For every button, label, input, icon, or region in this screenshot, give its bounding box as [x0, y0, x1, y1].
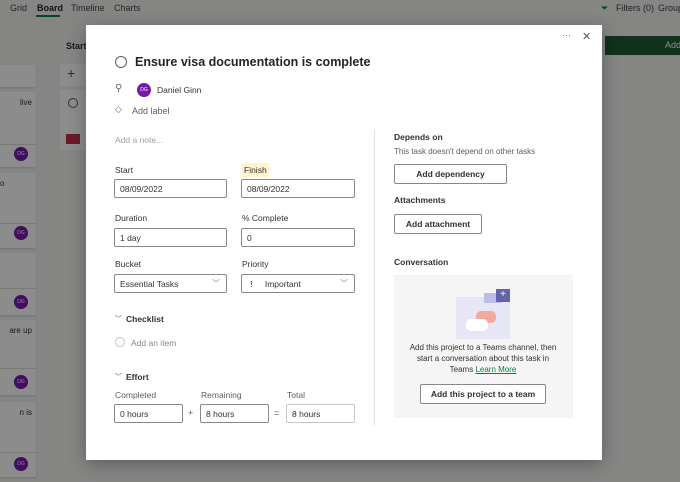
depends-on-heading: Depends on [394, 132, 443, 142]
priority-value: Important [264, 279, 301, 289]
completed-hours-input[interactable]: 0 hours [114, 404, 183, 423]
add-checklist-item-input[interactable]: Add an item [131, 338, 176, 348]
remaining-hours-input[interactable]: 8 hours [200, 404, 269, 423]
bucket-select[interactable]: Essential Tasks ﹀ [114, 274, 227, 293]
assignee-name[interactable]: Daniel Ginn [157, 85, 201, 95]
chevron-down-icon[interactable]: ﹀ [115, 314, 122, 324]
checklist-item-checkbox [115, 337, 125, 347]
chevron-down-icon[interactable]: ﹀ [115, 372, 122, 382]
more-options-button[interactable]: ··· [562, 30, 571, 40]
bucket-value: Essential Tasks [120, 279, 179, 289]
teams-illustration-icon: + [456, 289, 510, 339]
tag-icon: ◇ [115, 104, 122, 114]
percent-complete-input[interactable]: 0 [241, 228, 355, 247]
add-project-to-team-button[interactable]: Add this project to a team [420, 384, 546, 404]
chevron-down-icon: ﹀ [340, 279, 348, 288]
attachments-heading: Attachments [394, 195, 446, 205]
remaining-label: Remaining [201, 390, 242, 400]
close-button[interactable]: ✕ [582, 30, 591, 43]
duration-label: Duration [115, 213, 148, 223]
note-input[interactable]: Add a note... [115, 135, 163, 145]
add-label-button[interactable]: Add label [132, 106, 170, 116]
bucket-label: Bucket [115, 259, 141, 269]
conversation-panel: + Add this project to a Teams channel, t… [394, 275, 573, 418]
priority-select[interactable]: ! Important ﹀ [241, 274, 355, 293]
conversation-heading: Conversation [394, 257, 449, 267]
duration-input[interactable]: 1 day [114, 228, 227, 247]
completed-label: Completed [115, 390, 157, 400]
task-title[interactable]: Ensure visa documentation is complete [135, 55, 370, 69]
effort-heading[interactable]: Effort [126, 372, 149, 382]
add-dependency-button[interactable]: Add dependency [394, 164, 507, 184]
task-details-dialog: ··· ✕ Ensure visa documentation is compl… [86, 25, 602, 460]
complete-label: % Complete [242, 213, 289, 223]
finish-label: Finish [242, 163, 269, 177]
plus-sign: + [188, 408, 194, 418]
learn-more-link[interactable]: Learn More [475, 365, 516, 374]
assignee-avatar: DG [137, 83, 151, 97]
start-date-input[interactable]: 08/09/2022 [114, 179, 227, 198]
conversation-text: Add this project to a Teams channel, the… [409, 343, 557, 374]
total-hours-field: 8 hours [286, 404, 355, 423]
total-label: Total [287, 390, 305, 400]
depends-on-text: This task doesn't depend on other tasks [394, 147, 536, 156]
priority-label: Priority [242, 259, 269, 269]
assign-icon[interactable]: ⚲ [115, 83, 122, 94]
add-attachment-button[interactable]: Add attachment [394, 214, 482, 234]
equals-sign: = [274, 408, 280, 418]
chevron-down-icon: ﹀ [212, 279, 220, 288]
important-icon: ! [250, 279, 253, 289]
complete-task-checkbox[interactable] [115, 56, 127, 68]
column-divider [374, 130, 375, 425]
finish-date-input[interactable]: 08/09/2022 [241, 179, 355, 198]
checklist-heading[interactable]: Checklist [126, 314, 164, 324]
start-label: Start [115, 165, 133, 175]
